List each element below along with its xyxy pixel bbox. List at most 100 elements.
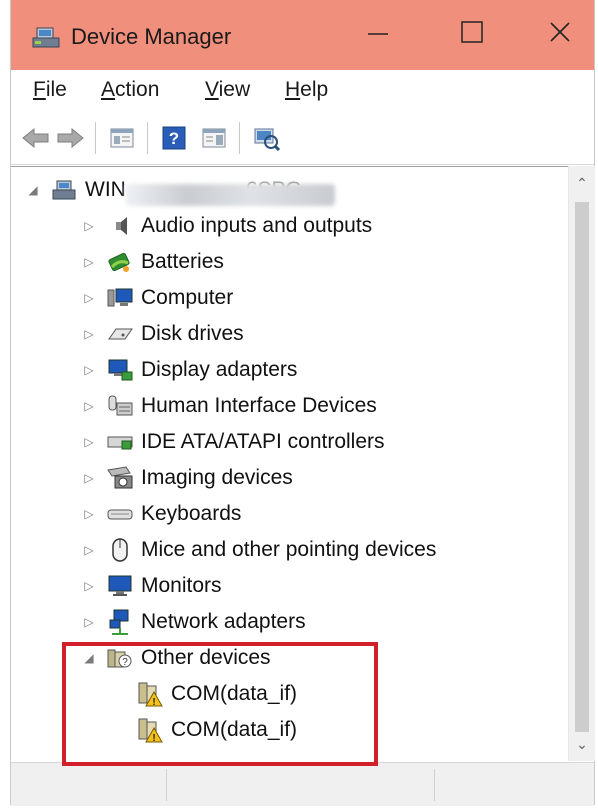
svg-text:?: ?: [169, 129, 179, 148]
forward-icon: [57, 127, 84, 149]
expand-arrow-icon[interactable]: ▷: [81, 219, 97, 233]
computer-root-icon: [49, 177, 79, 203]
help-icon: ?: [162, 126, 186, 150]
mouse-icon: [105, 537, 135, 563]
menu-file[interactable]: File: [33, 78, 67, 102]
computer-name: WIN6SPG: [85, 178, 335, 206]
ide-controller-icon: [105, 429, 135, 455]
toolbar-separator: [239, 122, 240, 154]
expand-arrow-icon[interactable]: ▷: [81, 327, 97, 341]
maximize-icon: [461, 21, 483, 43]
menu-view-mnemonic: V: [205, 78, 219, 101]
properties-icon: [110, 128, 134, 148]
disk-drive-icon: [105, 321, 135, 347]
keyboard-icon: [105, 501, 135, 527]
menu-help[interactable]: Help: [285, 78, 328, 102]
menu-action-mnemonic: A: [101, 78, 116, 101]
expand-arrow-icon[interactable]: ▷: [81, 615, 97, 629]
menu-bar: File Action View Help: [11, 70, 594, 113]
toolbar-separator: [95, 122, 96, 154]
network-adapter-icon: [105, 609, 135, 635]
display-adapter-icon: [105, 357, 135, 383]
hid-icon: [105, 393, 135, 419]
expand-arrow-icon[interactable]: ▷: [81, 291, 97, 305]
scan-hardware-icon: [254, 128, 281, 151]
speaker-icon: [105, 213, 135, 239]
menu-help-mnemonic: H: [285, 78, 301, 101]
menu-file-label: ile: [45, 78, 67, 101]
computer-name-prefix: WIN: [85, 178, 126, 201]
category-label: Batteries: [141, 250, 224, 273]
category-label: Audio inputs and outputs: [141, 214, 373, 237]
back-button[interactable]: [21, 124, 51, 152]
monitor-icon: [105, 573, 135, 599]
redaction-blur: [125, 184, 335, 206]
tree-category[interactable]: ▷ Human Interface Devices: [81, 389, 377, 423]
window-title: Device Manager: [71, 24, 232, 49]
toolbar-separator: [147, 122, 148, 154]
tree-category[interactable]: ▷ Network adapters: [81, 605, 306, 639]
tree-category[interactable]: ▷ Batteries: [81, 245, 224, 279]
tree-category[interactable]: ▷ Monitors: [81, 569, 222, 603]
tree-category[interactable]: ▷ Audio inputs and outputs: [81, 209, 372, 243]
menu-action[interactable]: Action: [101, 78, 159, 102]
menu-view-label: iew: [218, 78, 251, 101]
scroll-thumb[interactable]: [575, 202, 589, 732]
back-icon: [22, 127, 49, 149]
status-cell: [166, 769, 435, 801]
tree-category[interactable]: ▷ Disk drives: [81, 317, 244, 351]
menu-view[interactable]: View: [205, 78, 250, 102]
highlight-box: [62, 642, 378, 766]
collapse-arrow-icon[interactable]: ◢: [25, 183, 41, 197]
tree-category[interactable]: ▷ Mice and other pointing devices: [81, 533, 436, 567]
expand-arrow-icon[interactable]: ▷: [81, 543, 97, 557]
maximize-button[interactable]: [445, 8, 499, 56]
tree-category[interactable]: ▷ IDE ATA/ATAPI controllers: [81, 425, 385, 459]
menu-file-mnemonic: F: [33, 78, 46, 101]
show-hide-icon: [202, 128, 226, 148]
camera-icon: [105, 465, 135, 491]
tree-category[interactable]: ▷ Computer: [81, 281, 233, 315]
category-label: Display adapters: [141, 358, 298, 381]
help-button[interactable]: ?: [159, 124, 189, 152]
minimize-icon: [368, 33, 388, 35]
title-bar[interactable]: Device Manager: [11, 0, 594, 70]
category-label: Mice and other pointing devices: [141, 538, 437, 561]
category-label: Human Interface Devices: [141, 394, 377, 417]
close-icon: [550, 22, 570, 42]
show-hide-button[interactable]: [199, 124, 229, 152]
tree-root-computer[interactable]: ◢ WIN6SPG: [25, 173, 335, 207]
properties-button[interactable]: [107, 124, 137, 152]
vertical-scrollbar[interactable]: ⌃ ⌄: [568, 166, 595, 761]
menu-help-label: elp: [300, 78, 329, 101]
category-label: Computer: [141, 286, 234, 309]
minimize-button[interactable]: [351, 8, 405, 56]
expand-arrow-icon[interactable]: ▷: [81, 399, 97, 413]
expand-arrow-icon[interactable]: ▷: [81, 507, 97, 521]
forward-button[interactable]: [55, 124, 85, 152]
scroll-up-icon[interactable]: ⌃: [569, 170, 595, 196]
scroll-down-icon[interactable]: ⌄: [569, 731, 595, 757]
device-manager-app-icon: [29, 24, 63, 50]
close-button[interactable]: [533, 8, 587, 56]
toolbar: ?: [11, 112, 594, 165]
tree-category[interactable]: ▷ Imaging devices: [81, 461, 293, 495]
category-label: IDE ATA/ATAPI controllers: [141, 430, 385, 453]
category-label: Keyboards: [141, 502, 242, 525]
computer-icon: [105, 285, 135, 311]
category-label: Disk drives: [141, 322, 244, 345]
category-label: Monitors: [141, 574, 222, 597]
expand-arrow-icon[interactable]: ▷: [81, 255, 97, 269]
scan-hardware-button[interactable]: [251, 124, 281, 152]
expand-arrow-icon[interactable]: ▷: [81, 471, 97, 485]
category-label: Network adapters: [141, 610, 306, 633]
category-label: Imaging devices: [141, 466, 293, 489]
status-bar: [11, 762, 594, 806]
expand-arrow-icon[interactable]: ▷: [81, 435, 97, 449]
expand-arrow-icon[interactable]: ▷: [81, 579, 97, 593]
tree-category[interactable]: ▷ Display adapters: [81, 353, 297, 387]
battery-icon: [105, 249, 135, 275]
status-cell: [11, 769, 167, 801]
tree-category[interactable]: ▷ Keyboards: [81, 497, 241, 531]
expand-arrow-icon[interactable]: ▷: [81, 363, 97, 377]
